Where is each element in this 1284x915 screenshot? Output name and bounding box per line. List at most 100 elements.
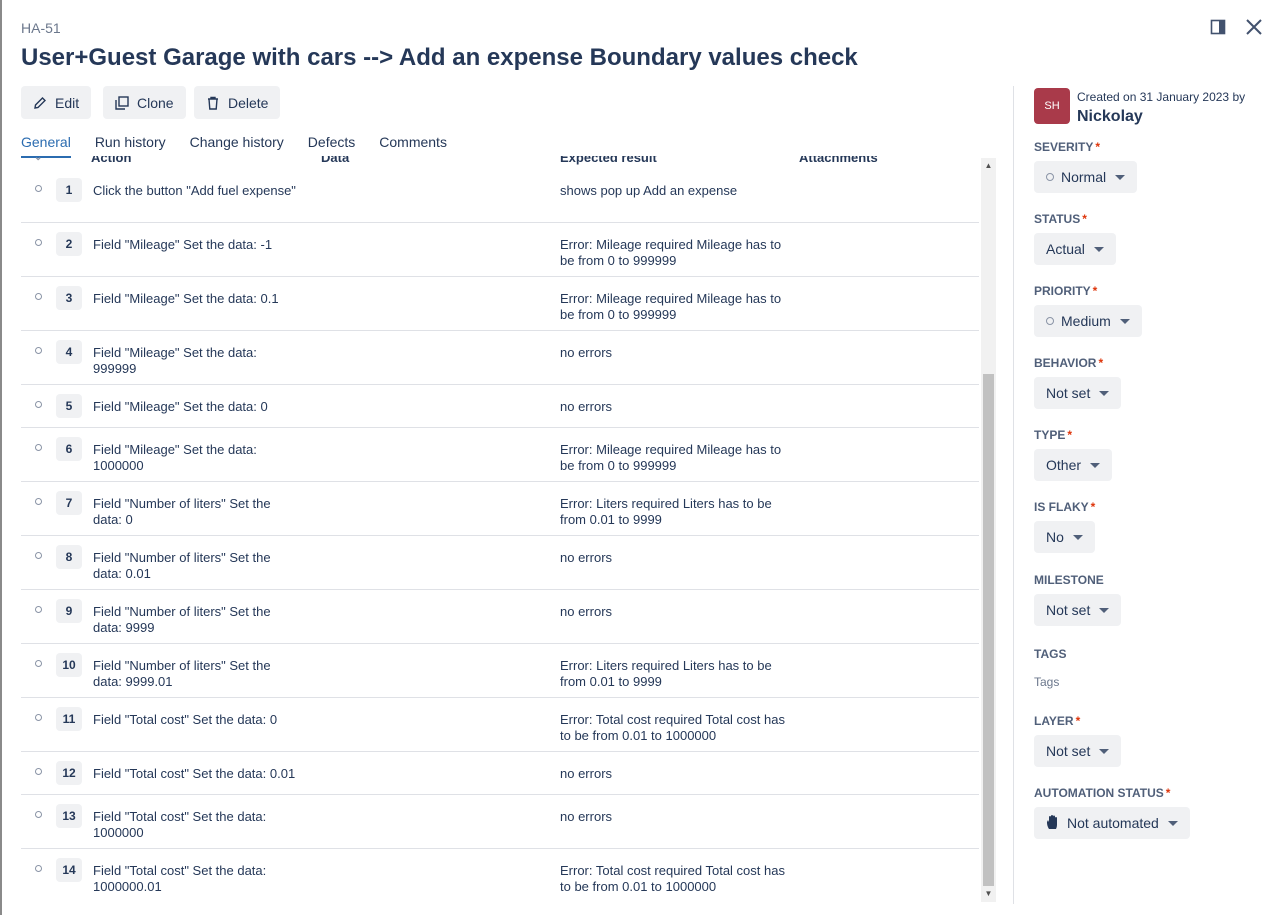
tab-run-history[interactable]: Run history — [95, 134, 166, 156]
step-action: Field "Mileage" Set the data: 0 — [93, 399, 268, 414]
row-select-radio[interactable] — [35, 444, 42, 451]
type-label-text: TYPE — [1034, 428, 1066, 442]
test-case-modal: HA-51 User+Guest Garage with cars --> Ad… — [2, 0, 1284, 915]
table-row[interactable]: 12 Field "Total cost" Set the data: 0.01 n… — [21, 752, 979, 795]
table-row[interactable]: 4 Field "Mileage" Set the data: 999999 no … — [21, 331, 979, 385]
severity-value: Normal — [1061, 169, 1107, 185]
step-action: Field "Total cost" Set the data: 1000000 — [93, 809, 267, 840]
table-row[interactable]: 2 Field "Mileage" Set the data: -1 Error: … — [21, 223, 979, 277]
table-row[interactable]: 1 Click the button "Add fuel expense" show… — [21, 169, 979, 223]
tags-label-text: TAGS — [1034, 647, 1067, 661]
layer-dropdown[interactable]: Not set — [1034, 735, 1122, 767]
step-expected-result: shows pop up Add an expense — [560, 183, 738, 198]
row-select-radio[interactable] — [35, 865, 42, 872]
close-icon[interactable] — [1244, 17, 1264, 37]
status-label: STATUS * — [1034, 212, 1087, 226]
automation-status-label: AUTOMATION STATUS * — [1034, 786, 1170, 800]
step-number: 10 — [56, 653, 82, 677]
table-row[interactable]: 14 Field "Total cost" Set the data: 10000… — [21, 849, 979, 902]
severity-dropdown[interactable]: Normal — [1034, 161, 1138, 193]
row-select-radio[interactable] — [35, 606, 42, 613]
row-select-radio[interactable] — [35, 401, 42, 408]
required-asterisk: * — [1082, 212, 1087, 226]
step-number: 12 — [56, 761, 82, 785]
milestone-label: MILESTONE — [1034, 573, 1104, 587]
step-expected-result: no errors — [560, 550, 613, 565]
step-action: Field "Number of liters" Set the data: 9… — [93, 604, 271, 635]
clone-label: Clone — [137, 94, 174, 111]
automation-status-dropdown[interactable]: Not automated — [1034, 807, 1190, 839]
behavior-dropdown[interactable]: Not set — [1034, 377, 1122, 409]
edit-label: Edit — [55, 94, 80, 111]
scroll-up-arrow-icon[interactable]: ▲ — [983, 161, 994, 171]
step-expected-result: no errors — [560, 604, 613, 619]
step-expected-result: no errors — [560, 766, 613, 781]
step-action: Click the button "Add fuel expense" — [93, 183, 296, 198]
edit-button[interactable]: Edit — [21, 86, 92, 119]
is-flaky-dropdown[interactable]: No — [1034, 521, 1095, 553]
table-row[interactable]: 7 Field "Number of liters" Set the data: … — [21, 482, 979, 536]
row-select-radio[interactable] — [35, 239, 42, 246]
step-action: Field "Total cost" Set the data: 0 — [93, 712, 278, 727]
row-select-radio[interactable] — [35, 714, 42, 721]
step-number: 4 — [56, 340, 82, 364]
table-row[interactable]: 3 Field "Mileage" Set the data: 0.1 Error:… — [21, 277, 979, 331]
step-number: 6 — [56, 437, 82, 461]
step-action: Field "Mileage" Set the data: 0.1 — [93, 291, 279, 306]
row-select-radio[interactable] — [35, 498, 42, 505]
scroll-down-arrow-icon[interactable]: ▼ — [983, 889, 994, 899]
tab-defects[interactable]: Defects — [308, 134, 355, 156]
step-expected-result: Error: Mileage required Mileage has to b… — [560, 237, 782, 268]
clone-button[interactable]: Clone — [103, 86, 186, 119]
tab-comments[interactable]: Comments — [379, 134, 447, 156]
severity-label-text: SEVERITY — [1034, 140, 1094, 154]
trash-icon — [208, 96, 218, 110]
select-all-chevron-icon[interactable]: ⌄ — [34, 156, 42, 163]
priority-value: Medium — [1061, 313, 1111, 329]
row-select-radio[interactable] — [35, 660, 42, 667]
status-dropdown[interactable]: Actual — [1034, 233, 1116, 265]
avatar: SH — [1034, 88, 1070, 124]
created-text: Created on 31 January 2023 by — [1077, 90, 1246, 104]
tab-general[interactable]: General — [21, 134, 71, 158]
tab-change-history[interactable]: Change history — [190, 134, 284, 156]
case-key: HA-51 — [21, 20, 61, 36]
table-row[interactable]: 9 Field "Number of liters" Set the data: … — [21, 590, 979, 644]
table-row[interactable]: 13 Field "Total cost" Set the data: 10000… — [21, 795, 979, 849]
tags-label: TAGS — [1034, 647, 1066, 661]
step-expected-result: Error: Mileage required Mileage has to b… — [560, 442, 782, 473]
milestone-value: Not set — [1046, 602, 1091, 618]
table-row[interactable]: 10 Field "Number of liters" Set the data:… — [21, 644, 979, 698]
step-expected-result: no errors — [560, 809, 613, 824]
caret-down-icon — [1072, 534, 1083, 540]
priority-dropdown[interactable]: Medium — [1034, 305, 1142, 337]
delete-button[interactable]: Delete — [194, 86, 281, 119]
milestone-dropdown[interactable]: Not set — [1034, 594, 1122, 626]
behavior-label: BEHAVIOR * — [1034, 356, 1103, 370]
row-select-radio[interactable] — [35, 768, 42, 775]
side-panel-icon[interactable] — [1208, 17, 1228, 37]
step-action: Field "Mileage" Set the data: 1000000 — [93, 442, 257, 473]
table-row[interactable]: 6 Field "Mileage" Set the data: 1000000 Er… — [21, 428, 979, 482]
required-asterisk: * — [1098, 356, 1104, 370]
step-number: 9 — [56, 599, 82, 623]
step-expected-result: Error: Liters required Liters has to be … — [560, 496, 772, 527]
row-select-radio[interactable] — [35, 811, 42, 818]
row-select-radio[interactable] — [35, 185, 42, 192]
table-scrollbar-thumb[interactable] — [983, 374, 994, 886]
step-action: Field "Total cost" Set the data: 1000000… — [93, 863, 267, 894]
author-name: Nickolay — [1077, 108, 1143, 125]
row-select-radio[interactable] — [35, 347, 42, 354]
tags-input[interactable]: Tags — [1034, 675, 1059, 689]
type-dropdown[interactable]: Other — [1034, 449, 1113, 481]
row-select-radio[interactable] — [35, 293, 42, 300]
table-row[interactable]: 5 Field "Mileage" Set the data: 0 no error… — [21, 385, 979, 428]
row-select-radio[interactable] — [35, 552, 42, 559]
caret-down-icon — [1099, 748, 1110, 754]
priority-label: PRIORITY * — [1034, 284, 1097, 298]
table-row[interactable]: 11 Field "Total cost" Set the data: 0 Erro… — [21, 698, 979, 752]
step-number: 1 — [56, 178, 82, 202]
automation-status-value: Not automated — [1067, 815, 1159, 831]
table-row[interactable]: 8 Field "Number of liters" Set the data: … — [21, 536, 979, 590]
step-number: 3 — [56, 286, 82, 310]
